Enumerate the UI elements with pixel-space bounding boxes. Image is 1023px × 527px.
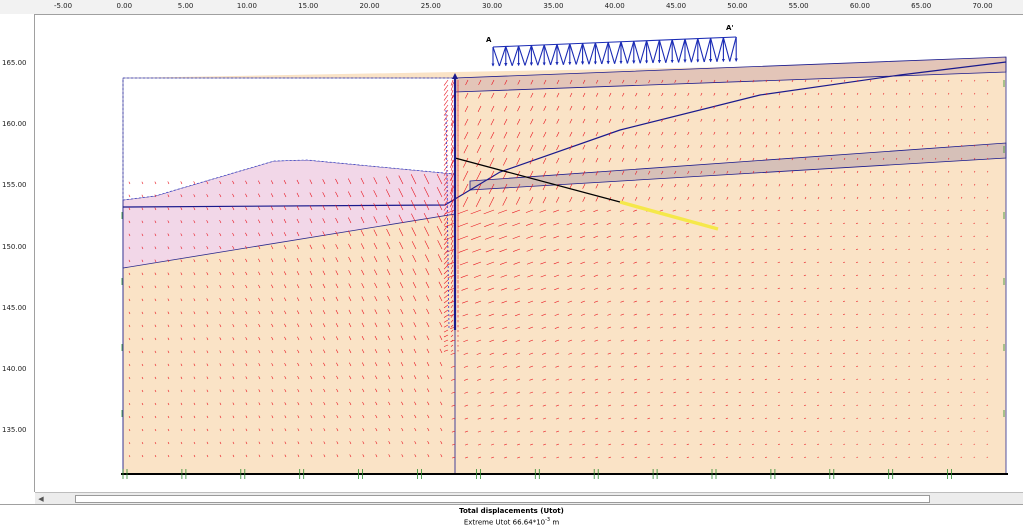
- load-diagonal: [685, 39, 691, 62]
- y-ruler-label: 135.00: [2, 426, 27, 434]
- load-diagonal: [519, 46, 525, 66]
- load-diagonal: [595, 43, 601, 64]
- load-diagonal: [723, 37, 729, 61]
- load-diagonal: [730, 37, 736, 62]
- x-ruler-label: 45.00: [666, 2, 686, 10]
- load-diagonal: [679, 39, 685, 62]
- x-ruler-label: 0.00: [117, 2, 133, 10]
- y-ruler-label: 145.00: [2, 304, 27, 312]
- x-ruler-label: 55.00: [789, 2, 809, 10]
- x-ruler-label: 15.00: [298, 2, 318, 10]
- x-ruler-label: 40.00: [605, 2, 625, 10]
- x-ruler-label: 35.00: [543, 2, 563, 10]
- point-a2-label: A': [726, 24, 734, 32]
- load-diagonal: [512, 46, 518, 66]
- x-ruler-label: 5.00: [178, 2, 194, 10]
- load-diagonal: [544, 45, 550, 65]
- load-diagonal: [691, 39, 697, 63]
- load-diagonal: [551, 44, 557, 65]
- x-ruler-label: 30.00: [482, 2, 502, 10]
- point-a-label: A: [486, 36, 492, 44]
- extreme-prefix: Extreme Utot 66.64*10: [464, 518, 545, 526]
- load-diagonal: [525, 45, 531, 65]
- load-diagonal: [640, 41, 646, 64]
- y-ruler-label: 155.00: [2, 181, 27, 189]
- load-diagonal: [672, 40, 678, 63]
- model-canvas[interactable]: A A': [35, 15, 1023, 492]
- y-ruler-label: 160.00: [2, 120, 27, 128]
- load-diagonal: [698, 39, 704, 62]
- load-diagonal: [627, 41, 633, 63]
- load-diagonal: [653, 40, 659, 63]
- y-ruler-label: 165.00: [2, 59, 27, 67]
- load-diagonal: [499, 46, 505, 66]
- load-diagonal: [659, 40, 665, 63]
- extreme-unit: m: [550, 518, 559, 526]
- load-diagonal: [704, 38, 710, 62]
- load-diagonal: [570, 44, 576, 65]
- distributed-load[interactable]: [493, 37, 736, 66]
- load-diagonal: [602, 42, 608, 64]
- load-diagonal: [576, 43, 582, 64]
- x-ruler-label: 10.00: [237, 2, 257, 10]
- extreme-value: Extreme Utot 66.64*10-3 m: [0, 516, 1023, 527]
- plot-area[interactable]: A A': [35, 15, 1023, 492]
- x-ruler-label: 50.00: [727, 2, 747, 10]
- y-ruler-label: 150.00: [2, 243, 27, 251]
- load-diagonal: [589, 43, 595, 64]
- x-ruler-label: 65.00: [911, 2, 931, 10]
- result-title: Total displacements (Utot): [0, 506, 1023, 516]
- load-diagonal: [506, 46, 512, 65]
- x-ruler-label: 60.00: [850, 2, 870, 10]
- x-ruler-label: -5.00: [54, 2, 72, 10]
- load-diagonal: [666, 40, 672, 63]
- load-diagonal: [711, 38, 717, 62]
- y-ruler-label: 140.00: [2, 365, 27, 373]
- load-diagonal: [647, 41, 653, 63]
- load-diagonal: [608, 42, 614, 64]
- left-ruler: 165.00 160.00 155.00 150.00 145.00 140.00 135.…: [0, 14, 35, 492]
- load-diagonal: [531, 45, 537, 65]
- load-diagonal: [717, 37, 723, 61]
- load-diagonal: [583, 43, 589, 64]
- load-diagonal: [621, 42, 627, 64]
- load-diagonal: [538, 45, 544, 65]
- load-diagonal: [557, 44, 563, 64]
- scrollbar-thumb[interactable]: [75, 495, 930, 503]
- x-ruler-label: 25.00: [421, 2, 441, 10]
- load-diagonal: [634, 41, 640, 63]
- load-diagonal: [615, 42, 621, 64]
- load-diagonal: [563, 44, 569, 65]
- top-ruler: -5.00 0.00 5.00 10.00 15.00 20.00 25.00 30.00 35…: [0, 0, 1023, 15]
- load-diagonal: [493, 47, 499, 66]
- x-ruler-label: 20.00: [359, 2, 379, 10]
- x-ruler-label: 70.00: [972, 2, 992, 10]
- status-panel: Total displacements (Utot) Extreme Utot …: [0, 504, 1023, 526]
